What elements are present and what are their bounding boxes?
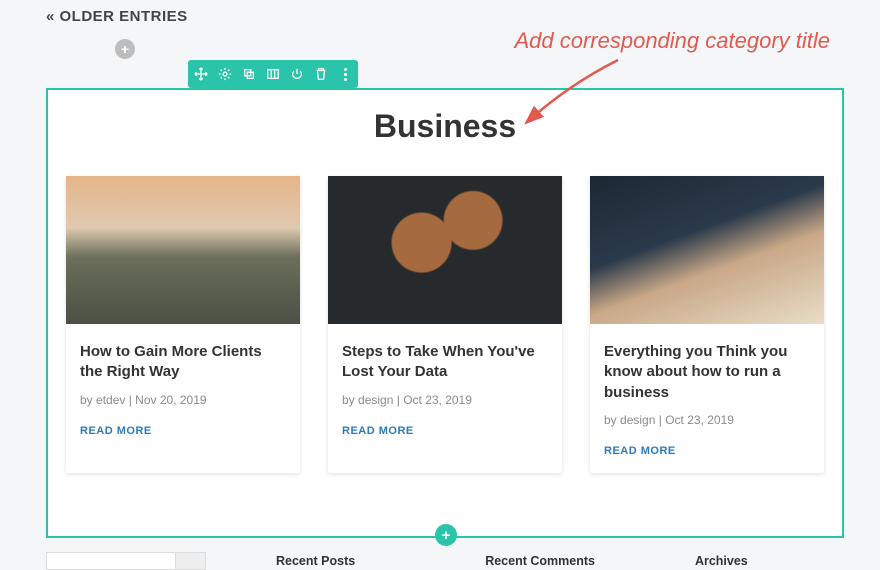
footer-widget-title: Recent Comments (485, 554, 595, 568)
post-author[interactable]: design (358, 393, 393, 407)
add-module-button-top[interactable]: + (115, 39, 135, 59)
meta-prefix: by (342, 393, 358, 407)
post-author[interactable]: design (620, 413, 655, 427)
meta-sep: | (125, 393, 135, 407)
post-author[interactable]: etdev (96, 393, 125, 407)
read-more-link[interactable]: READ MORE (80, 425, 286, 437)
post-title[interactable]: How to Gain More Clients the Right Way (80, 342, 286, 383)
post-card[interactable]: How to Gain More Clients the Right Way b… (66, 176, 300, 473)
footer-row: Recent Posts Recent Comments Archives (46, 552, 844, 570)
post-card[interactable]: Steps to Take When You've Lost Your Data… (328, 176, 562, 473)
search-input[interactable] (46, 552, 176, 570)
post-thumbnail (328, 176, 562, 324)
post-meta: by design | Oct 23, 2019 (342, 393, 548, 407)
power-icon[interactable] (290, 67, 304, 81)
search-button[interactable] (176, 552, 206, 570)
move-icon[interactable] (194, 67, 208, 81)
module-toolbar (188, 60, 358, 88)
post-thumbnail (590, 176, 824, 324)
meta-sep: | (393, 393, 403, 407)
cards-row: How to Gain More Clients the Right Way b… (46, 176, 844, 473)
trash-icon[interactable] (314, 67, 328, 81)
footer-widget-title: Recent Posts (276, 554, 355, 568)
post-date: Oct 23, 2019 (403, 393, 472, 407)
columns-icon[interactable] (266, 67, 280, 81)
post-date: Oct 23, 2019 (665, 413, 734, 427)
footer-widget-title: Archives (695, 554, 748, 568)
meta-sep: | (655, 413, 665, 427)
read-more-link[interactable]: READ MORE (604, 445, 810, 457)
post-date: Nov 20, 2019 (135, 393, 206, 407)
annotation-text: Add corresponding category title (514, 28, 830, 54)
post-meta: by etdev | Nov 20, 2019 (80, 393, 286, 407)
post-card[interactable]: Everything you Think you know about how … (590, 176, 824, 473)
meta-prefix: by (604, 413, 620, 427)
older-entries-link[interactable]: « OLDER ENTRIES (46, 8, 188, 25)
more-icon[interactable] (338, 67, 352, 81)
post-title[interactable]: Steps to Take When You've Lost Your Data (342, 342, 548, 383)
meta-prefix: by (80, 393, 96, 407)
duplicate-icon[interactable] (242, 67, 256, 81)
post-title[interactable]: Everything you Think you know about how … (604, 342, 810, 403)
post-thumbnail (66, 176, 300, 324)
read-more-link[interactable]: READ MORE (342, 425, 548, 437)
add-module-button-bottom[interactable]: + (435, 524, 457, 546)
category-title: Business (46, 108, 844, 145)
gear-icon[interactable] (218, 67, 232, 81)
post-meta: by design | Oct 23, 2019 (604, 413, 810, 427)
